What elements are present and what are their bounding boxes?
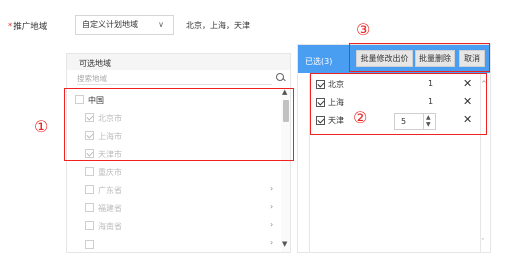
tree-item-beijing: 北京市 [67,109,281,127]
chevron-right-icon[interactable]: › [270,184,273,193]
checkbox[interactable] [85,240,94,249]
tree-item-label: 重庆市 [98,168,122,177]
annotation-number-3: ③ [356,20,371,39]
tree-item-fujian[interactable]: 福建省 › [67,199,281,217]
tree-item-hainan[interactable]: 海南省 › [67,217,281,235]
bid-stepper-value[interactable]: 5 [401,117,406,126]
batch-edit-bid-button[interactable]: 批量修改出价 [356,50,413,67]
search-icon[interactable] [274,72,286,84]
left-scroll-thumb[interactable] [283,100,289,122]
selected-item-tianjin: 天津 5 ▲ ▼ ✕ [312,113,482,130]
checkbox[interactable] [75,95,84,104]
tree-item-label: 福建省 [98,204,122,213]
chevron-right-icon[interactable]: › [270,202,273,211]
checkbox[interactable] [85,221,94,230]
batch-delete-button[interactable]: 批量删除 [415,50,455,67]
annotation-number-1: ① [34,117,49,136]
tree-item-label: 上海市 [98,132,122,141]
available-regions-title: 可选地域 [79,59,111,68]
tree-item-label: 广东省 [98,186,122,195]
region-mode-select[interactable]: 自定义计划地域 ∨ [75,15,174,35]
selected-item-beijing: 北京 1 ✕ [312,77,482,94]
checkbox [85,149,94,158]
required-mark: * [8,22,13,32]
field-label-text: 推广地域 [13,22,48,32]
triangle-up-icon[interactable]: ^ [481,80,487,88]
tree-item-china[interactable]: 中国 [67,91,281,109]
close-icon[interactable]: ✕ [463,77,472,90]
checkbox [85,113,94,122]
tree-item-shanghai: 上海市 [67,127,281,145]
annotation-number-2: ② [353,108,368,127]
chevron-down-icon[interactable]: ˇ [481,238,485,246]
checkbox[interactable] [85,203,94,212]
tree-item-guangdong[interactable]: 广东省 › [67,181,281,199]
cancel-button[interactable]: 取消 [459,50,485,67]
tree-item-label: 北京市 [98,114,122,123]
field-label: *推广地域 [8,20,47,32]
checkbox [85,131,94,140]
tree-item-label: 海南省 [98,222,122,231]
chevron-right-icon[interactable]: › [270,220,273,229]
region-summary: 北京，上海，天津 [186,21,250,30]
bid-stepper[interactable]: 5 ▲ ▼ [394,113,436,130]
tree-item-tianjin: 天津市 [67,145,281,163]
close-icon[interactable]: ✕ [463,113,472,126]
tree-item-label: 天津市 [98,150,122,159]
checkbox[interactable] [85,185,94,194]
region-search-input[interactable] [77,73,272,85]
selected-item-shanghai: 上海 1 ✕ [312,95,482,112]
checkbox[interactable] [85,167,94,176]
tree-item-label: 中国 [88,96,104,105]
chevron-right-icon[interactable]: › [270,238,273,247]
selected-item-label: 天津 [328,116,344,125]
checkbox[interactable] [316,98,325,107]
close-icon[interactable]: ✕ [463,95,472,108]
triangle-down-icon[interactable]: ▼ [282,240,287,248]
triangle-up-icon[interactable]: ▲ [282,88,287,96]
region-search [67,72,290,86]
tree-item-chongqing[interactable]: 重庆市 [67,163,281,181]
chevron-down-icon: ∨ [158,20,164,29]
selected-regions-title: 已选(3) [305,57,333,66]
checkbox[interactable] [316,116,325,125]
chevron-down-icon[interactable]: ▼ [426,122,431,128]
selected-item-label: 上海 [328,98,344,107]
selected-item-value: 1 [428,97,434,106]
region-mode-value: 自定义计划地域 [82,20,138,29]
selected-item-label: 北京 [328,80,344,89]
selected-item-value: 1 [428,79,434,88]
checkbox[interactable] [316,80,325,89]
stepper-buttons: ▲ ▼ [423,114,435,129]
tree-item-partial[interactable]: › [67,235,281,251]
